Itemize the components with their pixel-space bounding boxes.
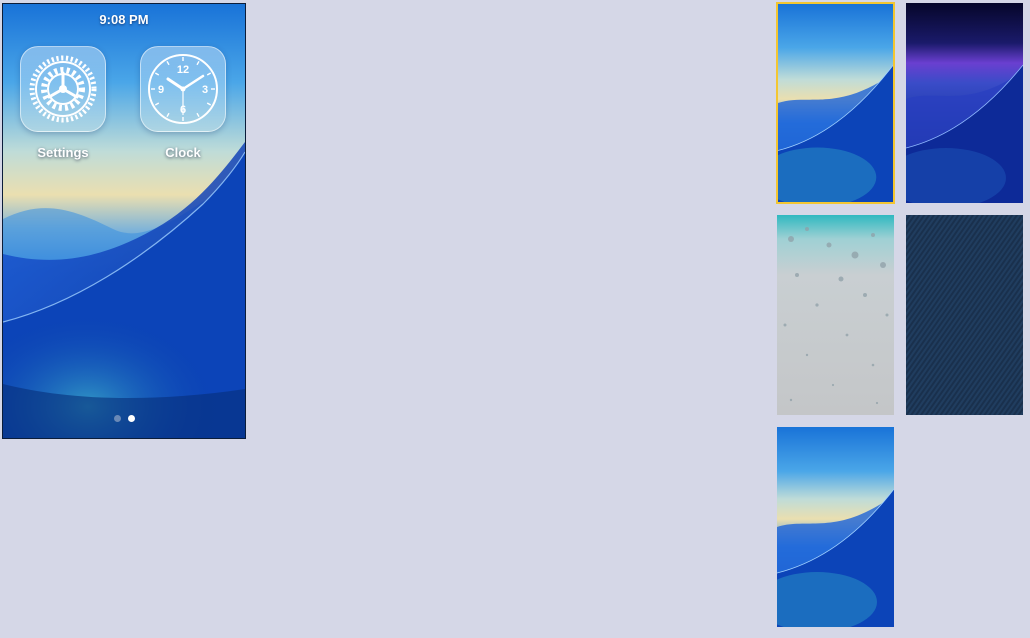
wallpaper-settings-screen: 9:08 PM Settings 12 3 9 Clock bbox=[0, 0, 1030, 638]
wallpaper-thumbnail-blue-wave[interactable] bbox=[776, 2, 895, 204]
clock-icon: 12 3 6 9 bbox=[140, 46, 226, 132]
wallpaper-thumbnail-blue-wave-alt[interactable] bbox=[777, 427, 894, 627]
wallpaper-thumbnail-purple-wave[interactable] bbox=[906, 3, 1023, 203]
page-indicator[interactable] bbox=[3, 415, 245, 422]
clock-number-12: 12 bbox=[177, 64, 189, 76]
wallpaper-thumbnail-water-drops[interactable] bbox=[777, 215, 894, 415]
phone-preview: 9:08 PM Settings 12 3 9 Clock bbox=[2, 3, 246, 439]
page-dot-2-active[interactable] bbox=[127, 415, 135, 422]
app-label-clock: Clock bbox=[165, 145, 201, 160]
clock-minute-hand bbox=[181, 74, 205, 91]
clock-hour-hand bbox=[166, 77, 185, 91]
status-bar-time: 9:08 PM bbox=[99, 12, 149, 27]
app-settings[interactable]: Settings bbox=[19, 46, 107, 160]
settings-gear-icon bbox=[20, 46, 106, 132]
app-clock[interactable]: 12 3 6 9 Clock bbox=[139, 46, 227, 160]
app-label-settings: Settings bbox=[37, 145, 89, 160]
clock-number-3: 3 bbox=[202, 84, 208, 96]
wallpaper-thumbnail-denim[interactable] bbox=[906, 215, 1023, 415]
page-dot-1[interactable] bbox=[113, 415, 121, 422]
clock-number-9: 9 bbox=[158, 84, 164, 96]
